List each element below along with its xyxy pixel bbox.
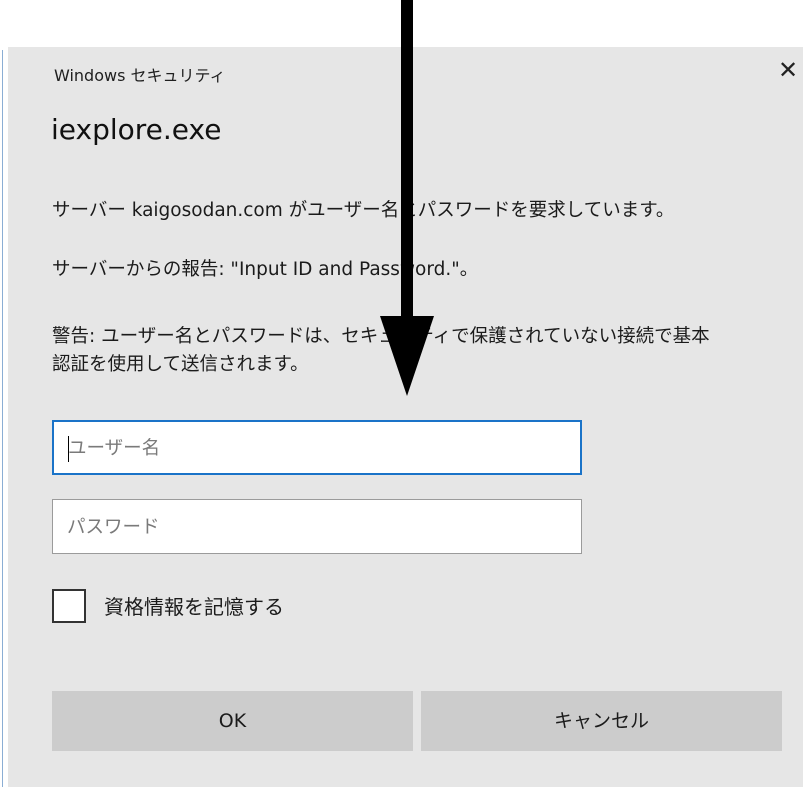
text-caret [68, 436, 69, 462]
close-glyph: ✕ [777, 56, 799, 84]
remember-label[interactable]: 資格情報を記憶する [104, 591, 284, 620]
dialog-title: Windows セキュリティ [54, 66, 226, 85]
security-dialog: Windows セキュリティ ✕ iexplore.exe サーバー kaigo… [8, 47, 803, 787]
username-placeholder: ユーザー名 [68, 438, 161, 459]
password-placeholder: パスワード [67, 517, 160, 538]
username-input[interactable]: ユーザー名 [52, 420, 582, 475]
cancel-button[interactable]: キャンセル [421, 691, 782, 751]
warning-message-line1: 警告: ユーザー名とパスワードは、セキュリティで保護されていない接続で基本 [52, 326, 710, 347]
app-name: iexplore.exe [51, 113, 222, 146]
ok-button[interactable]: OK [52, 691, 413, 751]
password-input[interactable]: パスワード [52, 499, 582, 554]
server-request-message: サーバー kaigosodan.com がユーザー名とパスワードを要求しています… [52, 200, 675, 221]
server-report-message: サーバーからの報告: "Input ID and Password."。 [52, 259, 479, 280]
warning-message-line2: 認証を使用して送信されます。 [52, 354, 309, 375]
close-icon[interactable]: ✕ [773, 53, 803, 87]
background-window-edge [0, 50, 4, 787]
remember-checkbox[interactable] [52, 589, 86, 623]
